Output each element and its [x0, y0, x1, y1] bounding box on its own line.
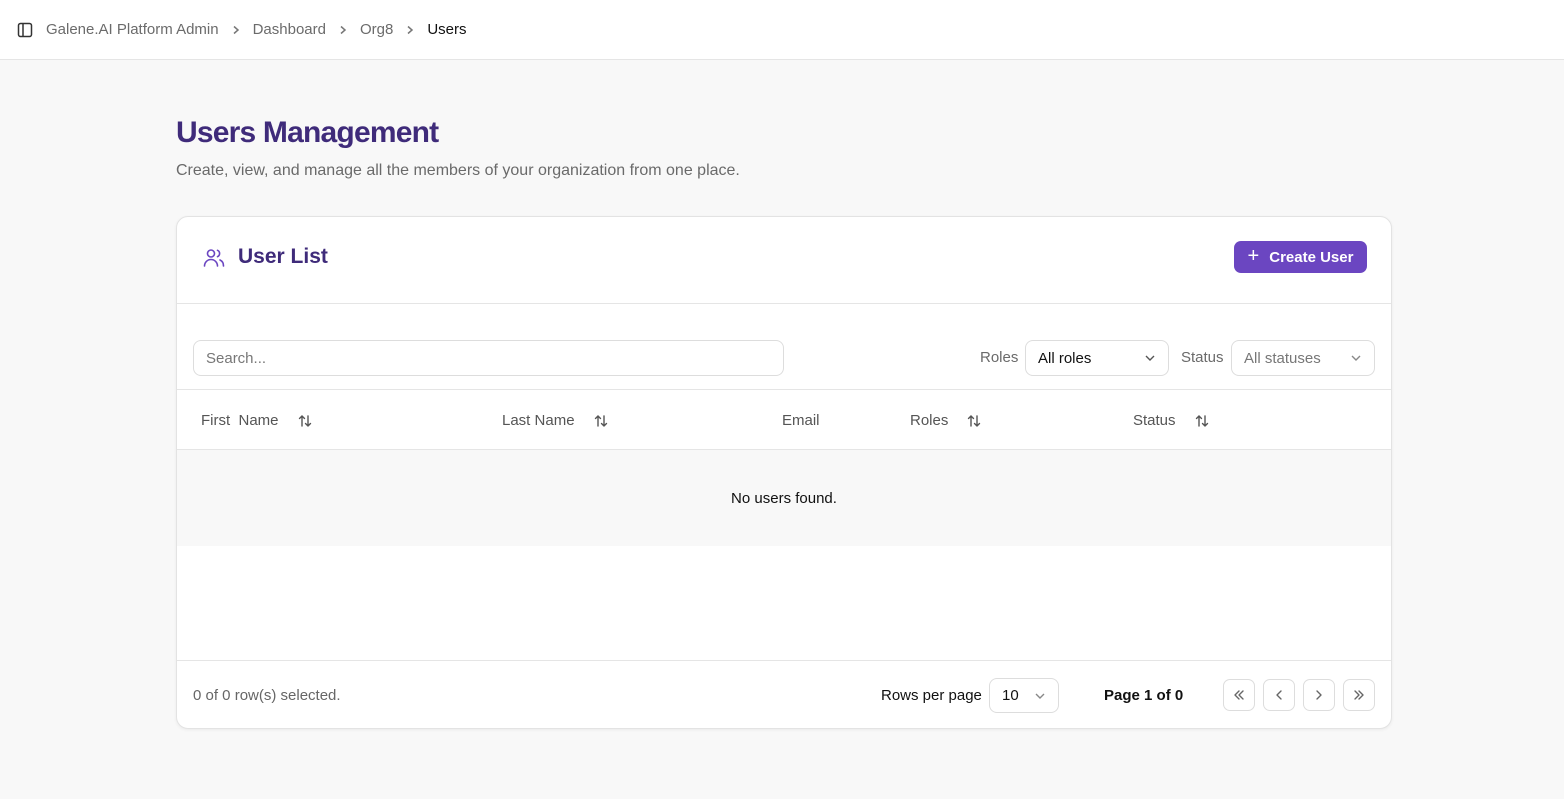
- rows-per-page-select[interactable]: 10: [989, 678, 1059, 713]
- roles-filter-label: Roles: [980, 349, 1019, 366]
- previous-page-button[interactable]: [1263, 679, 1295, 711]
- rows-per-page-value: 10: [1002, 687, 1019, 704]
- breadcrumb: Galene.AI Platform Admin Dashboard Org8 …: [46, 21, 467, 38]
- sort-icon: [298, 414, 311, 427]
- chevrons-left-icon: [1234, 690, 1244, 700]
- last-page-button[interactable]: [1343, 679, 1375, 711]
- search-input[interactable]: [193, 340, 784, 376]
- status-select[interactable]: All statuses: [1231, 340, 1375, 376]
- chevron-left-icon: [1276, 690, 1282, 700]
- page-info: Page 1 of 0: [1104, 687, 1184, 704]
- plus-icon: +: [1247, 245, 1260, 267]
- empty-state-text: No users found.: [731, 489, 837, 507]
- breadcrumb-item-org[interactable]: Org8: [360, 21, 393, 38]
- column-label: Status: [1133, 412, 1176, 429]
- first-page-button[interactable]: [1223, 679, 1255, 711]
- top-bar: Galene.AI Platform Admin Dashboard Org8 …: [0, 0, 1564, 60]
- sort-icon: [1195, 414, 1208, 427]
- card-title: User List: [238, 245, 328, 268]
- page-subtitle: Create, view, and manage all the members…: [176, 162, 740, 179]
- chevron-down-icon: [1351, 355, 1361, 361]
- empty-state-row: No users found.: [177, 450, 1391, 546]
- column-label: Roles: [910, 412, 949, 429]
- status-select-value: All statuses: [1244, 349, 1321, 367]
- next-page-button[interactable]: [1303, 679, 1335, 711]
- chevron-right-icon: [219, 25, 253, 35]
- rows-per-page-label: Rows per page: [881, 687, 982, 704]
- column-email: Email: [782, 412, 820, 429]
- chevron-right-icon: [326, 25, 360, 35]
- breadcrumb-item-platform[interactable]: Galene.AI Platform Admin: [46, 21, 219, 38]
- column-roles[interactable]: Roles: [910, 412, 982, 429]
- sort-icon: [968, 414, 981, 427]
- breadcrumb-item-dashboard[interactable]: Dashboard: [253, 21, 326, 38]
- roles-select[interactable]: All roles: [1025, 340, 1169, 376]
- sort-icon: [594, 414, 607, 427]
- chevron-right-icon: [1316, 690, 1322, 700]
- column-last-name[interactable]: Last Name: [502, 412, 609, 429]
- breadcrumb-item-current: Users: [427, 21, 467, 38]
- card-header: User List + Create User: [177, 217, 1391, 304]
- create-user-button[interactable]: + Create User: [1234, 241, 1367, 273]
- column-label: First Name: [201, 412, 279, 429]
- chevron-down-icon: [1035, 693, 1045, 699]
- selected-rows-text: 0 of 0 row(s) selected.: [193, 687, 341, 704]
- chevron-down-icon: [1145, 355, 1155, 361]
- column-first-name[interactable]: First Name: [201, 412, 313, 429]
- column-label: Email: [782, 412, 820, 429]
- table-header: First Name Last Name Email Roles Status: [177, 389, 1391, 450]
- column-label: Last Name: [502, 412, 575, 429]
- page-title: Users Management: [176, 116, 439, 149]
- roles-select-value: All roles: [1038, 349, 1092, 367]
- users-icon: [202, 246, 226, 270]
- status-filter-label: Status: [1181, 349, 1224, 366]
- chevrons-right-icon: [1354, 690, 1364, 700]
- table-footer: 0 of 0 row(s) selected. Rows per page 10…: [177, 660, 1391, 728]
- chevron-right-icon: [393, 25, 427, 35]
- sidebar-toggle-icon[interactable]: [16, 21, 34, 39]
- column-status[interactable]: Status: [1133, 412, 1210, 429]
- create-user-label: Create User: [1269, 248, 1354, 266]
- user-list-card: User List + Create User Roles All roles …: [176, 216, 1392, 729]
